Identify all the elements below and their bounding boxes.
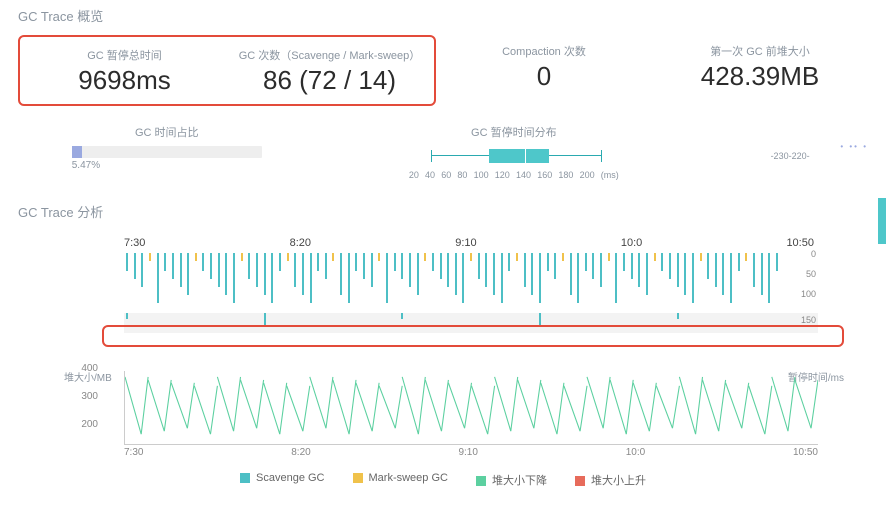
kpi-value: 428.39MB	[660, 61, 860, 92]
tick: 8:20	[291, 447, 310, 458]
mini-range: -230-220-	[712, 151, 868, 161]
tick: 7:30	[124, 447, 143, 458]
timeline-chart[interactable]: 0 50 100 150	[124, 253, 818, 333]
swatch-icon	[353, 473, 363, 483]
tick: 10:50	[793, 447, 818, 458]
tick: 100	[474, 170, 489, 180]
legend-item-heap-down[interactable]: 堆大小下降	[476, 472, 547, 488]
progress-fill	[72, 146, 82, 158]
progress-caption: 5.47%	[72, 160, 262, 171]
tick: 20	[409, 170, 419, 180]
distribution-row: GC 时间占比 5.47% GC 暂停时间分布 20 40 60 80 100 …	[0, 124, 886, 180]
dist-time-ratio: GC 时间占比 5.47%	[18, 124, 316, 180]
tick: 10:0	[621, 237, 642, 249]
kpi-value: 0	[444, 61, 644, 92]
boxplot	[409, 146, 619, 166]
ytick: 50	[806, 269, 816, 279]
dist-pause-boxplot: GC 暂停时间分布 20 40 60 80 100 120 140 160 18…	[316, 124, 713, 180]
tick: 8:20	[290, 237, 311, 249]
kpi-first-heap: 第一次 GC 前堆大小 428.39MB	[652, 35, 868, 106]
ytick: 150	[801, 315, 816, 325]
tick: 160	[537, 170, 552, 180]
ytick: 0	[811, 249, 816, 259]
ytick: 200	[81, 419, 98, 430]
kpi-row: GC 暂停总时间 9698ms GC 次数（Scavenge / Mark-sw…	[0, 35, 886, 106]
legend-label: Scavenge GC	[256, 472, 324, 484]
timeline-highlight-box	[102, 325, 844, 347]
legend-label: Mark-sweep GC	[369, 472, 448, 484]
swatch-icon	[240, 473, 250, 483]
kpi-label: GC 暂停总时间	[30, 47, 219, 63]
tick: 7:30	[124, 237, 145, 249]
axis-unit: (ms)	[601, 170, 619, 180]
heap-chart[interactable]	[124, 371, 818, 445]
legend-item-scavenge[interactable]: Scavenge GC	[240, 472, 324, 488]
tick: 80	[457, 170, 467, 180]
heap-yaxis: 400 300 200	[68, 361, 102, 435]
swatch-icon	[575, 476, 585, 486]
ytick: 300	[81, 391, 98, 402]
ytick: 100	[801, 289, 816, 299]
tick: 10:50	[786, 237, 814, 249]
heap-xaxis: 7:30 8:20 9:10 10:0 10:50	[124, 447, 818, 458]
legend: Scavenge GC Mark-sweep GC 堆大小下降 堆大小上升	[0, 472, 886, 488]
ytick: 400	[81, 363, 98, 374]
legend-item-heap-up[interactable]: 堆大小上升	[575, 472, 646, 488]
legend-item-marksweep[interactable]: Mark-sweep GC	[353, 472, 448, 488]
tick: 180	[558, 170, 573, 180]
tick: 40	[425, 170, 435, 180]
dist-label: GC 时间占比	[18, 124, 316, 140]
heap-wrap: 400 300 200 7:30 8:20 9:10 10:0 10:50	[0, 361, 886, 458]
kpi-highlight-box: GC 暂停总时间 9698ms GC 次数（Scavenge / Mark-sw…	[18, 35, 436, 106]
tick: 120	[495, 170, 510, 180]
kpi-pause-total: GC 暂停总时间 9698ms	[22, 39, 227, 102]
dist-heap-before: • •• • -230-220-	[712, 124, 868, 180]
timeline-yaxis: 0 50 100 150	[774, 253, 818, 333]
section-title-analysis: GC Trace 分析	[0, 196, 886, 227]
legend-label: 堆大小上升	[591, 475, 646, 487]
progress-bar	[72, 146, 262, 158]
tick: 60	[441, 170, 451, 180]
kpi-value: 86 (72 / 14)	[235, 65, 424, 96]
kpi-compaction: Compaction 次数 0	[436, 35, 652, 106]
dist-label: GC 暂停时间分布	[316, 124, 713, 140]
tick: 10:0	[626, 447, 645, 458]
tick: 200	[580, 170, 595, 180]
kpi-gc-count: GC 次数（Scavenge / Mark-sweep） 86 (72 / 14…	[227, 39, 432, 102]
kpi-label: GC 次数（Scavenge / Mark-sweep）	[235, 47, 424, 63]
timeline-top-axis: 7:30 8:20 9:10 10:0 10:50	[124, 237, 814, 249]
kpi-label: Compaction 次数	[444, 43, 644, 59]
timeline-wrap: 7:30 8:20 9:10 10:0 10:50 0 50 100 150 暂…	[0, 227, 886, 333]
kpi-value: 9698ms	[30, 65, 219, 96]
section-title-overview: GC Trace 概览	[0, 0, 886, 31]
tick: 140	[516, 170, 531, 180]
tick: 9:10	[455, 237, 476, 249]
kpi-label: 第一次 GC 前堆大小	[660, 43, 860, 59]
swatch-icon	[476, 476, 486, 486]
tick: 9:10	[458, 447, 477, 458]
mini-dots: • •• •	[712, 142, 868, 151]
legend-label: 堆大小下降	[492, 475, 547, 487]
